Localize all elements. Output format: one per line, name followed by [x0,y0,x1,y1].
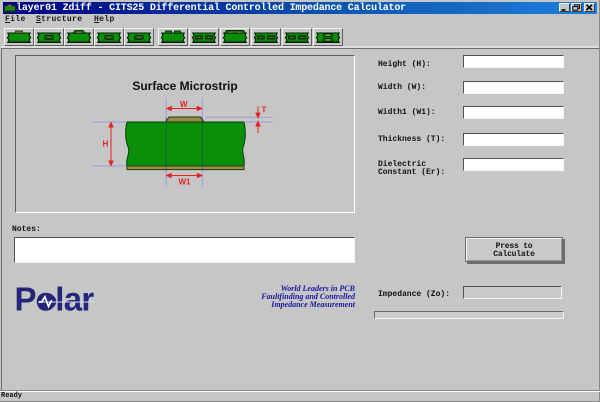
svg-text:W: W [180,100,188,109]
svg-text:H: H [103,140,109,149]
svg-text:W1: W1 [179,178,192,187]
svg-text:T: T [262,106,267,115]
